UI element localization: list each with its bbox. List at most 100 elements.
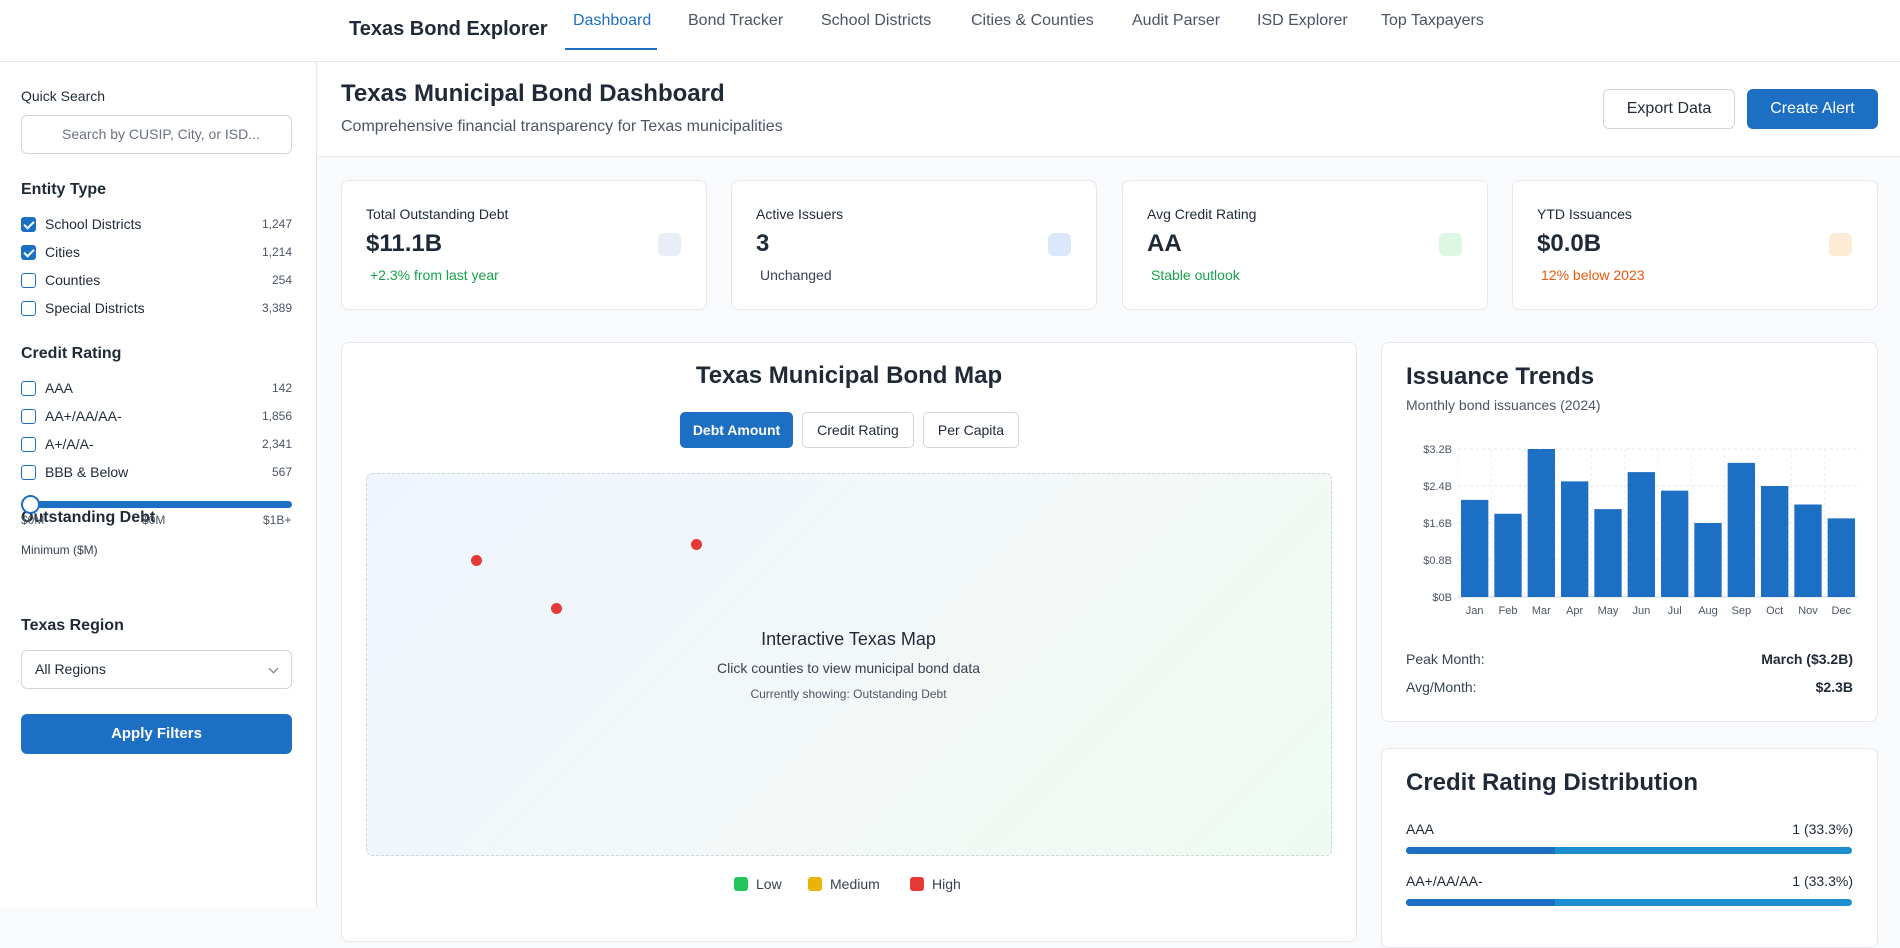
legend-swatch: [910, 877, 924, 891]
bar-aug[interactable]: [1694, 523, 1722, 597]
kpi-value: $11.1B: [366, 230, 443, 257]
filter-school-districts[interactable]: School Districts 1,247: [21, 214, 292, 234]
filter-cities[interactable]: Cities 1,214: [21, 242, 292, 262]
kpi-value: $0.0B: [1537, 230, 1602, 257]
x-tick-label: Aug: [1698, 605, 1718, 617]
checkbox[interactable]: [21, 381, 36, 396]
tab-isd-explorer[interactable]: ISD Explorer: [1257, 12, 1348, 30]
slider-label: Minimum ($M): [21, 543, 98, 557]
bond-map-panel: Texas Municipal Bond Map Debt Amount Cre…: [341, 342, 1357, 942]
legend-label: Medium: [830, 876, 880, 892]
apply-filters-button[interactable]: Apply Filters: [21, 714, 292, 754]
slider-tick: $1B+: [263, 513, 292, 527]
filter-counties[interactable]: Counties 254: [21, 270, 292, 290]
x-tick-label: Feb: [1499, 605, 1518, 617]
x-tick-label: Dec: [1832, 605, 1852, 617]
x-tick-label: Apr: [1566, 605, 1583, 617]
debt-slider-track[interactable]: [21, 501, 292, 508]
filter-special-districts[interactable]: Special Districts 3,389: [21, 298, 292, 318]
rating-progress-fill: [1406, 847, 1555, 854]
map-showing-text: Currently showing: Outstanding Debt: [750, 687, 947, 701]
slider-tick: $0M: [142, 513, 166, 527]
tab-dashboard[interactable]: Dashboard: [573, 12, 651, 30]
filter-count: 1,247: [261, 217, 292, 231]
bar-sep[interactable]: [1727, 462, 1755, 597]
rating-label: AA+/AA/AA-: [1406, 873, 1483, 889]
rating-progress-fill: [1406, 899, 1555, 906]
y-tick-label: $3.2B: [1423, 444, 1452, 456]
kpi-label: Total Outstanding Debt: [366, 206, 509, 222]
map-marker[interactable]: [691, 539, 702, 550]
filter-bbb-below[interactable]: BBB & Below 567: [21, 462, 292, 482]
mode-credit-rating-button[interactable]: Credit Rating: [802, 412, 914, 448]
x-tick-label: Jun: [1632, 605, 1650, 617]
checkbox[interactable]: [21, 409, 36, 424]
filter-count: 142: [271, 381, 292, 395]
x-tick-label: May: [1598, 605, 1619, 617]
kpi-change: 12% below 2023: [1541, 267, 1645, 283]
bar-may[interactable]: [1594, 509, 1622, 597]
tab-cities-counties[interactable]: Cities & Counties: [971, 12, 1094, 30]
x-tick-label: Mar: [1532, 605, 1551, 617]
checkbox[interactable]: [21, 437, 36, 452]
mode-per-capita-button[interactable]: Per Capita: [923, 412, 1019, 448]
texas-region-heading: Texas Region: [21, 617, 124, 634]
issuance-bar-chart: $0B $0.8B $1.6B $2.4B $3.2B Jan Feb Mar Apr May Ju…: [1423, 444, 1858, 617]
tab-audit-parser[interactable]: Audit Parser: [1132, 12, 1220, 30]
filter-label: School Districts: [45, 216, 142, 232]
legend-swatch: [734, 877, 748, 891]
checkbox[interactable]: [21, 465, 36, 480]
export-data-button[interactable]: Export Data: [1603, 89, 1735, 129]
bar-dec[interactable]: [1827, 518, 1855, 597]
bar-nov[interactable]: [1794, 504, 1822, 598]
filter-count: 3,389: [261, 301, 292, 315]
map-marker[interactable]: [471, 555, 482, 566]
tab-bond-tracker[interactable]: Bond Tracker: [688, 12, 783, 30]
map-placeholder-text: Click counties to view municipal bond da…: [716, 660, 981, 676]
kpi-change: +2.3% from last year: [370, 267, 499, 283]
legend-label: High: [932, 876, 961, 892]
bar-apr[interactable]: [1561, 481, 1589, 597]
create-alert-button[interactable]: Create Alert: [1747, 89, 1878, 129]
checkbox[interactable]: [21, 245, 36, 260]
y-tick-label: $0B: [1432, 592, 1452, 604]
kpi-label: Active Issuers: [756, 206, 844, 222]
bar-jun[interactable]: [1627, 472, 1655, 597]
tab-school-districts[interactable]: School Districts: [821, 12, 931, 30]
filter-label: Cities: [45, 244, 81, 260]
filter-aaa[interactable]: AAA 142: [21, 378, 292, 398]
region-select[interactable]: All Regions: [21, 650, 292, 689]
bar-feb[interactable]: [1494, 513, 1522, 597]
debt-slider-handle[interactable]: [21, 495, 40, 514]
slider-tick: $0M: [21, 513, 45, 527]
texas-map[interactable]: Interactive Texas Map Click counties to …: [366, 473, 1332, 856]
filter-a[interactable]: A+/A/A- 2,341: [21, 434, 292, 454]
page-title: Texas Municipal Bond Dashboard: [341, 80, 725, 107]
bar-jan[interactable]: [1461, 499, 1489, 597]
kpi-change: Unchanged: [760, 267, 832, 283]
bar-mar[interactable]: [1527, 449, 1555, 597]
mode-debt-amount-button[interactable]: Debt Amount: [680, 412, 793, 448]
page-subtitle: Comprehensive financial transparency for…: [341, 118, 783, 135]
x-tick-label: Nov: [1798, 605, 1818, 617]
rating-progress-bar: [1406, 847, 1852, 854]
search-input[interactable]: Search by CUSIP, City, or ISD...: [21, 115, 292, 154]
y-tick-label: $0.8B: [1423, 555, 1452, 567]
checkbox[interactable]: [21, 301, 36, 316]
kpi-total-outstanding-debt: Total Outstanding Debt $11.1B +2.3% from…: [341, 180, 707, 310]
map-placeholder-title: Interactive Texas Map: [761, 629, 936, 649]
filter-aa[interactable]: AA+/AA/AA- 1,856: [21, 406, 292, 426]
bar-oct[interactable]: [1761, 486, 1789, 597]
bar-jul[interactable]: [1661, 490, 1689, 597]
kpi-label: Avg Credit Rating: [1147, 206, 1257, 222]
kpi-value: 3: [756, 230, 770, 257]
map-marker[interactable]: [551, 603, 562, 614]
tab-top-taxpayers[interactable]: Top Taxpayers: [1381, 12, 1484, 30]
checkbox[interactable]: [21, 273, 36, 288]
x-tick-label: Sep: [1732, 605, 1752, 617]
legend-swatch: [808, 877, 822, 891]
kpi-label: YTD Issuances: [1537, 206, 1632, 222]
rating-value: 1 (33.3%): [1792, 873, 1853, 889]
checkbox[interactable]: [21, 217, 36, 232]
app-title: Texas Bond Explorer: [349, 18, 548, 40]
